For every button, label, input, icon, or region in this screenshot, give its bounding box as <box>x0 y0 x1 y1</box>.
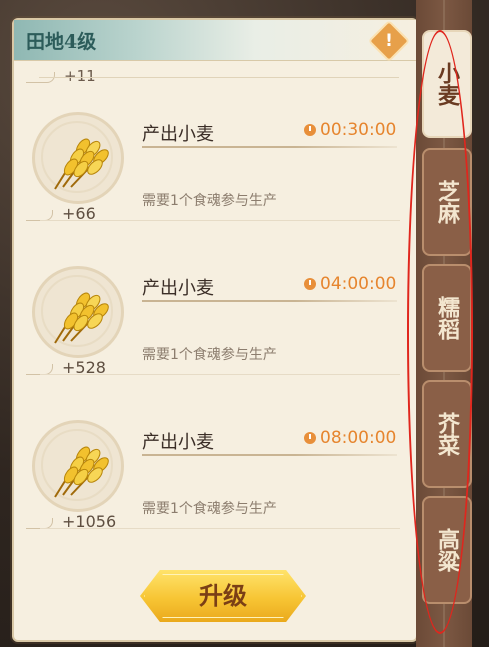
tab-label: 芥菜 <box>434 412 460 456</box>
label-underline <box>142 146 397 148</box>
requirement-text: 需要1个食魂参与生产 <box>142 193 277 209</box>
label-underline <box>142 300 397 302</box>
wheat-icon-frame <box>32 420 124 512</box>
divider <box>40 374 400 375</box>
wheat-icon-frame <box>32 112 124 204</box>
output-label: 产出小麦 <box>142 432 214 453</box>
divider <box>40 220 400 221</box>
clock-icon <box>304 124 316 136</box>
production-timer: 04:00:00 <box>320 274 397 294</box>
wheat-icon <box>54 292 109 344</box>
output-label: 产出小麦 <box>142 124 214 145</box>
production-row: 产出小麦 08:00:00 需要1个食魂参与生产 +1056 <box>14 420 416 570</box>
warning-glyph: ! <box>385 31 393 51</box>
wheat-icon <box>54 138 109 190</box>
production-timer: 08:00:00 <box>320 428 397 448</box>
production-row: 产出小麦 04:00:00 需要1个食魂参与生产 +528 <box>14 266 416 416</box>
tab-label: 高粱 <box>434 528 460 572</box>
divider <box>40 528 400 529</box>
farm-panel: 田地4级 ! +11 产出小麦 00:30:00 需要1个食魂参与生产 +66 … <box>12 18 418 642</box>
tab-sesame[interactable]: 芝麻 <box>422 148 472 256</box>
wheat-icon-frame <box>32 266 124 358</box>
tab-wheat[interactable]: 小麦 <box>422 30 472 138</box>
requirement-text: 需要1个食魂参与生产 <box>142 501 277 517</box>
tab-mustard[interactable]: 芥菜 <box>422 380 472 488</box>
tab-sorghum[interactable]: 高粱 <box>422 496 472 604</box>
tab-label: 糯稻 <box>434 296 460 340</box>
panel-title: 田地4级 <box>26 31 97 53</box>
divider <box>39 77 399 78</box>
warning-icon[interactable]: ! <box>367 19 411 63</box>
label-underline <box>142 454 397 456</box>
clock-icon <box>304 278 316 290</box>
partial-row-plus-value: +11 <box>64 67 96 85</box>
clock-icon <box>304 432 316 444</box>
tab-glutinous-rice[interactable]: 糯稻 <box>422 264 472 372</box>
upgrade-label: 升级 <box>199 581 247 610</box>
upgrade-button[interactable]: 升级 <box>140 570 306 622</box>
panel-header: 田地4级 ! <box>14 19 416 63</box>
requirement-text: 需要1个食魂参与生产 <box>142 347 277 363</box>
wheat-icon <box>54 446 109 498</box>
output-label: 产出小麦 <box>142 278 214 299</box>
production-timer: 00:30:00 <box>320 120 397 140</box>
tab-label: 芝麻 <box>434 180 460 224</box>
production-row: 产出小麦 00:30:00 需要1个食魂参与生产 +66 <box>14 112 416 262</box>
tab-label: 小麦 <box>434 62 460 106</box>
